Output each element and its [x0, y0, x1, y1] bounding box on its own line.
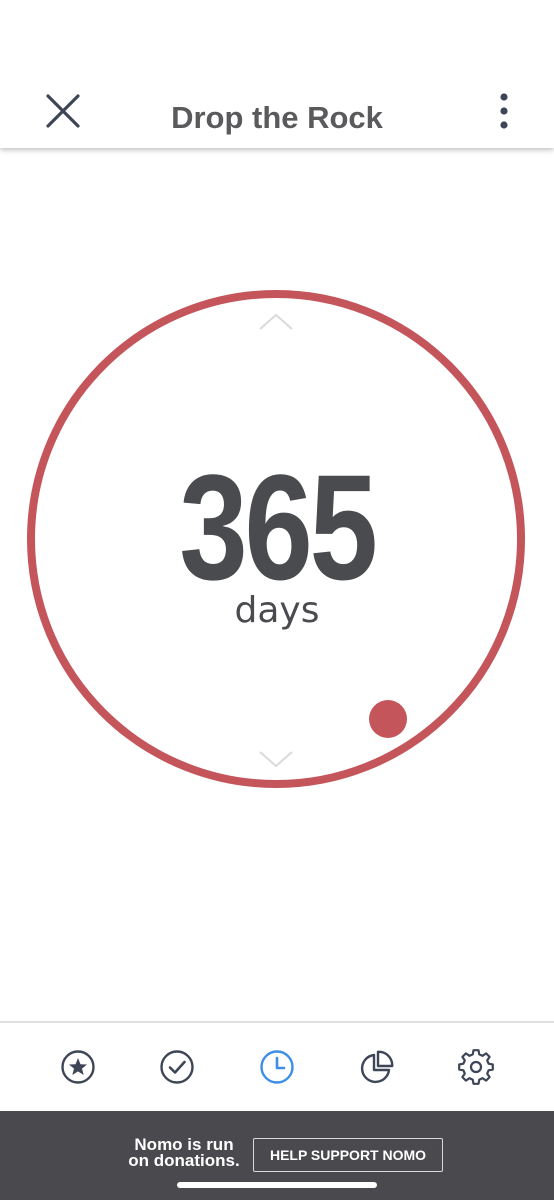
- chevron-down-icon[interactable]: [259, 751, 293, 768]
- tab-stats[interactable]: [357, 1047, 397, 1087]
- more-vertical-icon: [500, 93, 508, 129]
- gear-icon: [458, 1049, 495, 1085]
- app-screen: Drop the Rock 365 days Nomo is run on do…: [0, 0, 554, 1200]
- counter-value: 365: [179, 443, 378, 611]
- home-indicator[interactable]: [177, 1182, 377, 1188]
- more-options-button[interactable]: [484, 88, 524, 134]
- help-support-button[interactable]: HELP SUPPORT NOMO: [253, 1138, 443, 1172]
- checkmark-icon: [160, 1050, 195, 1084]
- tab-checkin[interactable]: [157, 1047, 197, 1087]
- pie-chart-icon: [360, 1050, 393, 1084]
- dial-handle[interactable]: [369, 700, 407, 738]
- donation-message-line2: on donations.: [128, 1151, 240, 1170]
- donation-message: Nomo is run on donations.: [110, 1136, 258, 1170]
- tab-achievements[interactable]: [58, 1047, 98, 1087]
- page-title: Drop the Rock: [171, 100, 383, 135]
- star-icon: [61, 1050, 95, 1084]
- header-bar: Drop the Rock: [0, 0, 554, 148]
- counter-unit: days: [234, 590, 320, 631]
- tab-bar: [0, 1021, 554, 1111]
- clock-icon: [260, 1050, 294, 1084]
- tab-clocks[interactable]: [257, 1047, 297, 1087]
- chevron-up-icon[interactable]: [259, 313, 293, 330]
- tab-settings[interactable]: [456, 1047, 496, 1087]
